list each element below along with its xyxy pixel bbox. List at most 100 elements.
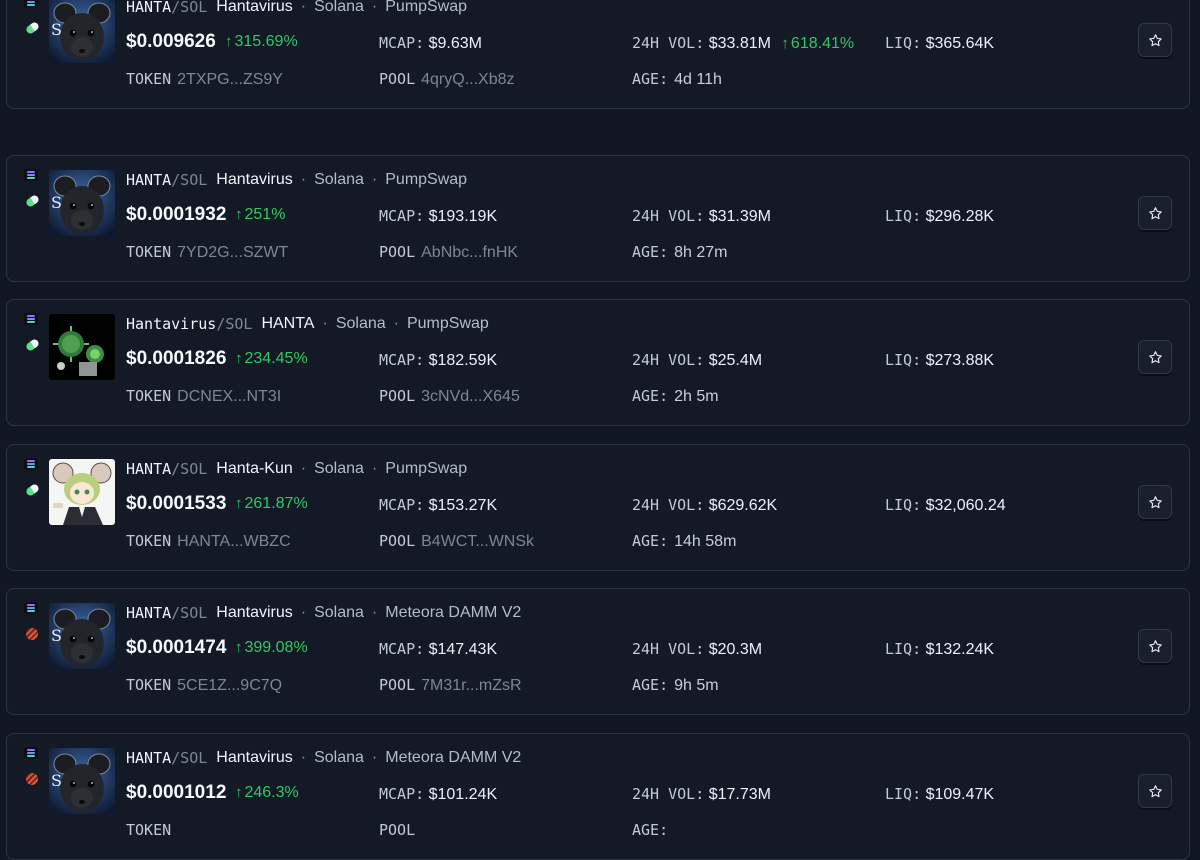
liquidity-label: LIQ:: [885, 351, 922, 369]
liquidity: LIQ: $32,060.24: [885, 496, 1006, 515]
volume-label: 24H VOL:: [632, 351, 705, 369]
pool-address-value: 4qryQ...Xb8z: [421, 71, 515, 88]
token-name: Hanta-Kun: [216, 460, 293, 477]
market-cap: MCAP: $182.59K: [379, 351, 497, 370]
pool-label: POOL: [379, 243, 416, 261]
token-address[interactable]: TOKEN DCNEX...NT3I: [126, 387, 281, 406]
pair-title[interactable]: HANTA /SOL Hantavirus · Solana · Meteora…: [126, 748, 521, 768]
pool-address[interactable]: POOL 4qryQ...Xb8z: [379, 70, 515, 89]
liquidity-value: $132.24K: [925, 641, 995, 658]
pool-address[interactable]: POOL AbNbc...fnHK: [379, 243, 518, 262]
token-address[interactable]: TOKEN 5CE1Z...9C7Q: [126, 676, 282, 695]
market-cap: MCAP: $147.43K: [379, 640, 497, 659]
favorite-button[interactable]: [1138, 629, 1172, 663]
volume-24h: 24H VOL: $25.4M: [632, 351, 762, 370]
anime-mouse-avatar: [49, 459, 115, 525]
dex-name: Meteora DAMM V2: [385, 604, 522, 621]
token-address-value: DCNEX...NT3I: [177, 388, 282, 405]
pair-title[interactable]: Hantavirus /SOL HANTA · Solana · PumpSwa…: [126, 314, 489, 334]
separator-dot: ·: [300, 604, 307, 621]
pair-age: AGE: 2h 5m: [632, 387, 719, 406]
separator-dot: ·: [300, 171, 307, 188]
separator-dot: ·: [322, 315, 328, 332]
age-label: AGE:: [632, 387, 669, 405]
pair-card-3[interactable]: Hantavirus /SOL HANTA · Solana · PumpSwa…: [6, 299, 1190, 426]
token-address-value: 5CE1Z...9C7Q: [177, 677, 283, 694]
token-address[interactable]: TOKEN HANTA...WBZC: [126, 532, 291, 551]
pair-title[interactable]: HANTA /SOL Hantavirus · Solana · PumpSwa…: [126, 0, 467, 17]
quote-symbol: /SOL: [216, 315, 253, 333]
price: $0.0001012: [126, 782, 227, 803]
solana-icon: [24, 313, 38, 325]
pair-title[interactable]: HANTA /SOL Hanta-Kun · Solana · PumpSwap: [126, 459, 467, 479]
pool-label: POOL: [379, 532, 416, 550]
chain-name: Solana: [314, 460, 364, 477]
volume-value: $25.4M: [708, 352, 763, 369]
volume-24h: 24H VOL: $17.73M: [632, 785, 771, 804]
rat-avatar: S: [49, 748, 115, 814]
rat-avatar-image: S: [49, 170, 115, 236]
quote-symbol: /SOL: [171, 0, 208, 16]
pair-card-5[interactable]: S HANTA /SOL Hantavirus · Solana · Meteo…: [6, 588, 1190, 715]
token-name: Hantavirus: [216, 749, 293, 766]
dex-name: PumpSwap: [406, 315, 489, 332]
liquidity-value: $296.28K: [925, 208, 995, 225]
token-address[interactable]: TOKEN 2TXPG...ZS9Y: [126, 70, 283, 89]
liquidity: LIQ: $273.88K: [885, 351, 994, 370]
pair-title[interactable]: HANTA /SOL Hantavirus · Solana · Meteora…: [126, 603, 521, 623]
pair-card-6[interactable]: S HANTA /SOL Hantavirus · Solana · Meteo…: [6, 733, 1190, 860]
favorite-button[interactable]: [1138, 340, 1172, 374]
pair-card-2[interactable]: S HANTA /SOL Hantavirus · Solana · PumpS…: [6, 155, 1190, 282]
solana-icon: [24, 0, 38, 8]
favorite-button[interactable]: [1138, 774, 1172, 808]
pool-address[interactable]: POOL 3cNVd...X645: [379, 387, 520, 406]
separator-dot: ·: [300, 749, 307, 766]
pool-address-value: B4WCT...WNSk: [421, 533, 535, 550]
token-label: TOKEN: [126, 676, 172, 694]
liquidity-label: LIQ:: [885, 640, 922, 658]
base-symbol: HANTA: [126, 749, 172, 767]
price: $0.0001474: [126, 637, 227, 658]
pool-address[interactable]: POOL B4WCT...WNSk: [379, 532, 534, 551]
mcap-value: $153.27K: [428, 497, 498, 514]
meteora-icon: [26, 773, 38, 785]
age-label: AGE:: [632, 70, 669, 88]
quote-symbol: /SOL: [171, 604, 208, 622]
arrow-up-icon: ↑: [225, 33, 233, 50]
liquidity-label: LIQ:: [885, 207, 922, 225]
volume-value: $31.39M: [708, 208, 771, 225]
liquidity-label: LIQ:: [885, 496, 922, 514]
token-address-value: 7YD2G...SZWT: [177, 244, 289, 261]
age-value: 4d 11h: [674, 71, 722, 88]
mcap-value: $193.19K: [428, 208, 498, 225]
market-cap: MCAP: $193.19K: [379, 207, 497, 226]
liquidity-value: $32,060.24: [925, 497, 1006, 514]
arrow-up-icon: ↑: [235, 495, 243, 512]
favorite-button[interactable]: [1138, 196, 1172, 230]
pair-card-4[interactable]: HANTA /SOL Hanta-Kun · Solana · PumpSwap…: [6, 444, 1190, 571]
pair-title[interactable]: HANTA /SOL Hantavirus · Solana · PumpSwa…: [126, 170, 467, 190]
token-address[interactable]: TOKEN 7YD2G...SZWT: [126, 243, 288, 262]
volume-label: 24H VOL:: [632, 496, 705, 514]
pool-label: POOL: [379, 387, 416, 405]
volume-value: $20.3M: [708, 641, 763, 658]
favorite-button[interactable]: [1138, 23, 1172, 57]
chain-name: Solana: [314, 171, 364, 188]
star-icon: [1148, 784, 1162, 797]
arrow-up-icon: ↑: [235, 206, 243, 223]
volume-label: 24H VOL:: [632, 640, 705, 658]
solana-icon: [24, 602, 38, 614]
svg-text:S: S: [51, 193, 62, 212]
virus-avatar-image: [49, 314, 115, 380]
pumpswap-pill-icon: [24, 193, 41, 209]
pair-card-1[interactable]: S HANTA /SOL Hantavirus · Solana · PumpS…: [6, 0, 1190, 109]
pool-label: POOL: [379, 70, 416, 88]
price-change-value: 246.3%: [244, 784, 299, 801]
pool-address[interactable]: POOL 7M31r...mZsR: [379, 676, 522, 695]
volume-24h: 24H VOL: $20.3M: [632, 640, 762, 659]
pair-list: S HANTA /SOL Hantavirus · Solana · PumpS…: [0, 0, 1200, 860]
favorite-button[interactable]: [1138, 485, 1172, 519]
volume-24h: 24H VOL: $629.62K: [632, 496, 777, 515]
volume-change-value: 618.41%: [790, 35, 855, 52]
liquidity-label: LIQ:: [885, 34, 922, 52]
